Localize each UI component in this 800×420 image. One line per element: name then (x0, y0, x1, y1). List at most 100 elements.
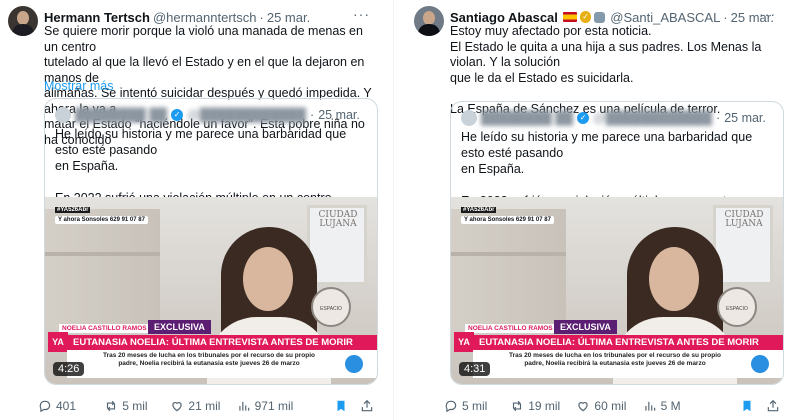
antena3-logo (751, 355, 769, 373)
verified-icon: ✓ (577, 112, 590, 124)
video-phone: Y ahora Sonsoles 629 91 07 87 (55, 216, 148, 224)
video-exclusive-tag: EXCLUSIVA (148, 320, 211, 334)
author-name[interactable]: Hermann Tertsch (44, 10, 150, 25)
reply-icon (445, 400, 457, 413)
verified-icon: ✓ (171, 109, 184, 121)
video-subline: Tras 20 meses de lucha en los tribunales… (67, 350, 377, 378)
separator-dot: · (723, 9, 728, 25)
video-duration: 4:26 (53, 362, 85, 376)
views-count: 971 mil (254, 399, 294, 413)
views-icon (238, 401, 249, 411)
like-button[interactable]: 21 mil (170, 399, 236, 413)
video-person-face (243, 247, 293, 311)
heart-icon (172, 402, 183, 412)
reply-count: 401 (56, 399, 77, 413)
author-handle[interactable]: @hermanntertsch (153, 10, 257, 25)
action-bar: 401 5 mil 21 mil 971 mil (38, 397, 374, 415)
video-person-name: NOELIA CASTILLO RAMOS (59, 324, 150, 333)
affiliation-icon (594, 11, 606, 23)
author-name[interactable]: Santiago Abascal (450, 10, 558, 25)
video-phone: Y ahora Sonsoles 629 91 07 87 (461, 216, 554, 224)
tweet-hermann[interactable]: Hermann Tertsch @hermanntertsch · 25 mar… (0, 0, 378, 420)
video-headline: EUTANASIA NOELIA: ÚLTIMA ENTREVISTA ANTE… (67, 335, 377, 350)
share-icon (361, 399, 373, 412)
video-player[interactable]: #YA526Abr Y ahora Sonsoles 629 91 07 87 … (451, 197, 783, 384)
tweet-header: Santiago Abascal ✓ @Santi_ABASCAL · 25 m… (450, 9, 774, 25)
repost-count: 5 mil (122, 399, 148, 413)
gold-check-icon: ✓ (579, 11, 592, 23)
antena3-logo (345, 355, 363, 373)
bookmark-icon (337, 400, 345, 412)
video-exclusive-tag: EXCLUSIVA (554, 320, 617, 334)
quote-header: ████████ ██ ✓ @████████████ · 25 mar. (461, 110, 766, 126)
share-button[interactable] (766, 399, 780, 413)
reply-count: 5 mil (462, 399, 488, 413)
video-stamp: ESPACIO (311, 287, 351, 327)
quoted-tweet[interactable]: ████████ ██ ✓ @████████████ · 25 mar. He… (44, 98, 378, 385)
author-handle[interactable]: @Santi_ABASCAL (610, 10, 720, 25)
quote-timestamp: 25 mar. (724, 111, 766, 125)
repost-count: 19 mil (528, 399, 561, 413)
more-icon[interactable]: ··· (353, 6, 370, 22)
quote-author-handle: @████████████ (593, 111, 713, 125)
quote-avatar (461, 110, 477, 126)
quoted-tweet[interactable]: ████████ ██ ✓ @████████████ · 25 mar. He… (450, 101, 784, 385)
video-show-title: CIUDAD LUJANA (318, 210, 358, 229)
reply-button[interactable]: 401 (38, 399, 104, 413)
timestamp[interactable]: 25 mar. (267, 10, 310, 25)
bookmark-icon (743, 400, 751, 412)
show-more-link[interactable]: Mostrar más (44, 79, 113, 93)
quote-timestamp: 25 mar. (318, 108, 360, 122)
more-icon[interactable]: ··· (759, 6, 776, 22)
action-bar: 5 mil 19 mil 60 mil 5 M (444, 397, 780, 415)
video-subline: Tras 20 meses de lucha en los tribunales… (473, 350, 783, 378)
views-button[interactable]: 5 M (643, 399, 740, 413)
video-headline: EUTANASIA NOELIA: ÚLTIMA ENTREVISTA ANTE… (473, 335, 783, 350)
video-hashtag: #YA526Abr (55, 207, 91, 213)
video-show-title: CIUDAD LUJANA (724, 210, 764, 229)
video-shelf (451, 252, 566, 256)
repost-button[interactable]: 19 mil (510, 399, 576, 413)
tweet-abascal[interactable]: Santiago Abascal ✓ @Santi_ABASCAL · 25 m… (406, 0, 784, 420)
video-person-name: NOELIA CASTILLO RAMOS (465, 324, 556, 333)
video-hashtag: #YA526Abr (461, 207, 497, 213)
video-stamp: ESPACIO (717, 287, 757, 327)
like-button[interactable]: 60 mil (576, 399, 642, 413)
separator-dot: · (716, 111, 721, 125)
reply-icon (39, 400, 51, 413)
separator-dot: · (310, 108, 315, 122)
bookmark-button[interactable] (740, 399, 754, 413)
video-person-face (649, 247, 699, 311)
share-icon (767, 399, 779, 412)
avatar[interactable] (8, 6, 38, 36)
video-duration: 4:31 (459, 362, 491, 376)
heart-icon (578, 402, 589, 412)
spain-flag-icon (562, 12, 577, 22)
reply-button[interactable]: 5 mil (444, 399, 510, 413)
repost-button[interactable]: 5 mil (104, 399, 170, 413)
repost-icon (513, 400, 522, 412)
repost-icon (107, 400, 116, 412)
quote-avatar (55, 107, 71, 123)
quote-header: ████████ ██ ✓ @████████████ · 25 mar. (55, 107, 360, 123)
avatar[interactable] (414, 6, 444, 36)
like-count: 60 mil (594, 399, 627, 413)
views-button[interactable]: 971 mil (237, 399, 334, 413)
video-background (45, 209, 160, 329)
video-player[interactable]: #YA526Abr Y ahora Sonsoles 629 91 07 87 … (45, 197, 377, 384)
separator-dot: · (259, 9, 264, 25)
share-button[interactable] (360, 399, 374, 413)
channel-logo: YA (48, 332, 68, 352)
quote-author-name: ████████ ██ (75, 108, 168, 122)
quote-author-name: ████████ ██ (481, 111, 574, 125)
tweet-header: Hermann Tertsch @hermanntertsch · 25 mar… (44, 9, 368, 25)
like-count: 21 mil (188, 399, 221, 413)
views-count: 5 M (660, 399, 681, 413)
video-shelf (45, 252, 160, 256)
views-icon (644, 401, 655, 411)
channel-logo: YA (454, 332, 474, 352)
bookmark-button[interactable] (334, 399, 348, 413)
quote-author-handle: @████████████ (187, 108, 307, 122)
column-divider (393, 0, 394, 420)
video-background (451, 209, 566, 329)
